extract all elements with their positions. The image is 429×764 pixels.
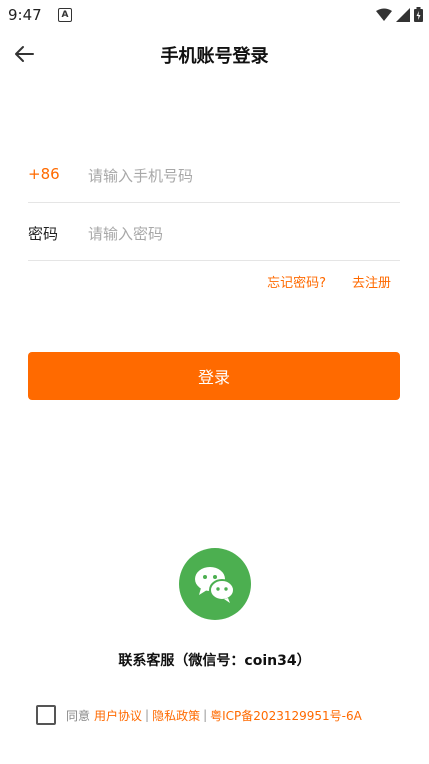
- header: 手机账号登录: [0, 34, 429, 74]
- signal-icon: [396, 7, 410, 22]
- login-button[interactable]: 登录: [28, 352, 400, 400]
- wechat-icon[interactable]: [179, 548, 251, 620]
- status-icons: [376, 7, 423, 22]
- battery-icon: [414, 7, 423, 22]
- phone-input[interactable]: [86, 160, 390, 192]
- password-field-row: 密码: [28, 208, 400, 261]
- agree-prefix: 同意: [66, 708, 91, 723]
- user-agreement-link[interactable]: 用户协议: [94, 707, 142, 724]
- wifi-icon: [376, 8, 392, 21]
- agreement-row: 同意 用户协议 | 隐私政策 | 粤ICP备2023129951号-6A: [36, 705, 362, 725]
- password-label: 密码: [28, 225, 59, 243]
- notification-icon: A: [58, 8, 72, 22]
- wechat-bubbles-icon: [195, 567, 235, 603]
- agree-checkbox[interactable]: [36, 705, 56, 725]
- customer-service-text: 联系客服（微信号：coin34）: [118, 653, 311, 669]
- separator: |: [203, 708, 208, 722]
- privacy-policy-link[interactable]: 隐私政策: [152, 707, 200, 724]
- country-code[interactable]: +86: [28, 165, 60, 183]
- status-bar: 9:47 A: [0, 0, 429, 30]
- password-input[interactable]: [86, 218, 390, 250]
- page-title: 手机账号登录: [160, 46, 269, 67]
- icp-license-link[interactable]: 粤ICP备2023129951号-6A: [210, 707, 362, 724]
- register-link[interactable]: 去注册: [352, 272, 391, 291]
- separator: |: [145, 708, 150, 722]
- phone-field-row: +86: [28, 150, 400, 203]
- auth-links: 忘记密码? 去注册: [267, 272, 391, 291]
- status-time: 9:47: [8, 6, 42, 24]
- forgot-password-link[interactable]: 忘记密码?: [267, 272, 326, 291]
